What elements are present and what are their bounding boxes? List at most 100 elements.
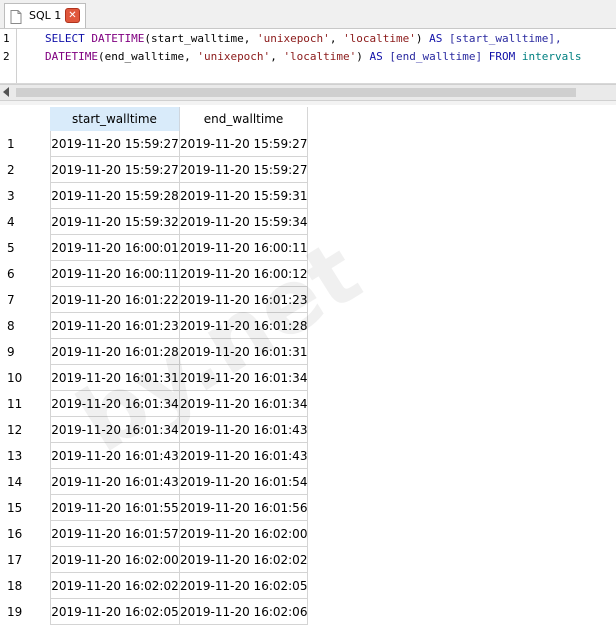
row-number[interactable]: 17 [7,553,22,567]
cell-end-walltime[interactable]: 2019-11-20 16:01:31 [180,339,308,365]
cell-end-walltime[interactable]: 2019-11-20 16:02:02 [180,547,308,573]
cell-end-walltime[interactable]: 2019-11-20 15:59:34 [180,209,308,235]
sql-file-icon [10,9,22,24]
table-row[interactable]: 16 2019-11-20 16:01:57 2019-11-20 16:02:00 [0,521,616,547]
close-icon[interactable]: ✕ [65,8,80,23]
table-row[interactable]: 6 2019-11-20 16:00:11 2019-11-20 16:00:12 [0,261,616,287]
cell-end-walltime[interactable]: 2019-11-20 15:59:27 [180,157,308,183]
cell-end-walltime[interactable]: 2019-11-20 16:01:43 [180,443,308,469]
cell-start-walltime[interactable]: 2019-11-20 16:01:43 [50,443,180,469]
row-number[interactable]: 13 [7,449,22,463]
cell-end-walltime[interactable]: 2019-11-20 15:59:31 [180,183,308,209]
table-row[interactable]: 1 2019-11-20 15:59:27 2019-11-20 15:59:27 [0,131,616,157]
editor-horizontal-scrollbar[interactable] [0,84,616,101]
code-close: ) [415,32,430,45]
cell-end-walltime[interactable]: 2019-11-20 16:01:34 [180,365,308,391]
cell-end-walltime[interactable]: 2019-11-20 16:01:34 [180,391,308,417]
table-row[interactable]: 9 2019-11-20 16:01:28 2019-11-20 16:01:31 [0,339,616,365]
row-number[interactable]: 9 [7,345,15,359]
cell-end-walltime[interactable]: 2019-11-20 16:02:05 [180,573,308,599]
table-row[interactable]: 13 2019-11-20 16:01:43 2019-11-20 16:01:43 [0,443,616,469]
row-number[interactable]: 10 [7,371,22,385]
cell-start-walltime[interactable]: 2019-11-20 16:01:34 [50,391,180,417]
table-row[interactable]: 5 2019-11-20 16:00:01 2019-11-20 16:00:11 [0,235,616,261]
keyword-as: AS [369,50,383,63]
row-number[interactable]: 1 [7,137,15,151]
scroll-left-arrow-icon[interactable] [3,87,9,97]
code-args: (start_walltime, [144,32,257,45]
cell-start-walltime[interactable]: 2019-11-20 16:00:01 [50,235,180,261]
column-header-start-walltime[interactable]: start_walltime [50,107,180,131]
cell-start-walltime[interactable]: 2019-11-20 16:02:00 [50,547,180,573]
table-row[interactable]: 3 2019-11-20 15:59:28 2019-11-20 15:59:31 [0,183,616,209]
cell-end-walltime[interactable]: 2019-11-20 16:01:56 [180,495,308,521]
keyword-select: SELECT [45,32,85,45]
row-number[interactable]: 7 [7,293,15,307]
cell-end-walltime[interactable]: 2019-11-20 16:01:28 [180,313,308,339]
table-row[interactable]: 10 2019-11-20 16:01:31 2019-11-20 16:01:34 [0,365,616,391]
cell-end-walltime[interactable]: 2019-11-20 15:59:27 [180,131,308,157]
column-alias: [start_walltime], [442,32,562,45]
results-grid[interactable]: start_walltime end_walltime 1 2019-11-20 … [0,105,616,627]
cell-start-walltime[interactable]: 2019-11-20 16:01:43 [50,469,180,495]
cell-end-walltime[interactable]: 2019-11-20 16:00:11 [180,235,308,261]
table-row[interactable]: 11 2019-11-20 16:01:34 2019-11-20 16:01:34 [0,391,616,417]
string-literal: 'localtime' [343,32,416,45]
table-row[interactable]: 14 2019-11-20 16:01:43 2019-11-20 16:01:54 [0,469,616,495]
row-number[interactable]: 4 [7,215,15,229]
tab-sql-1[interactable]: SQL 1 ✕ [4,3,86,28]
code-args: (end_walltime, [97,50,198,63]
table-row[interactable]: 2 2019-11-20 15:59:27 2019-11-20 15:59:27 [0,157,616,183]
table-row[interactable]: 4 2019-11-20 15:59:32 2019-11-20 15:59:34 [0,209,616,235]
cell-start-walltime[interactable]: 2019-11-20 16:02:05 [50,599,180,625]
cell-start-walltime[interactable]: 2019-11-20 16:01:31 [50,365,180,391]
row-number[interactable]: 19 [7,605,22,619]
keyword-as: AS [429,32,443,45]
sql-editor[interactable]: 1 2 SELECT DATETIME(start_walltime, 'uni… [0,29,616,84]
string-literal: 'localtime' [283,50,357,63]
cell-start-walltime[interactable]: 2019-11-20 16:02:02 [50,573,180,599]
code-comma: , [329,32,344,45]
table-row[interactable]: 8 2019-11-20 16:01:23 2019-11-20 16:01:28 [0,313,616,339]
table-row[interactable]: 15 2019-11-20 16:01:55 2019-11-20 16:01:56 [0,495,616,521]
cell-end-walltime[interactable]: 2019-11-20 16:02:06 [180,599,308,625]
row-number[interactable]: 15 [7,501,22,515]
cell-start-walltime[interactable]: 2019-11-20 15:59:28 [50,183,180,209]
row-number[interactable]: 14 [7,475,22,489]
row-number[interactable]: 16 [7,527,22,541]
table-row[interactable]: 12 2019-11-20 16:01:34 2019-11-20 16:01:43 [0,417,616,443]
tab-strip: SQL 1 ✕ [0,0,616,29]
table-row[interactable]: 7 2019-11-20 16:01:22 2019-11-20 16:01:23 [0,287,616,313]
row-number[interactable]: 12 [7,423,22,437]
cell-end-walltime[interactable]: 2019-11-20 16:01:54 [180,469,308,495]
table-row[interactable]: 19 2019-11-20 16:02:05 2019-11-20 16:02:06 [0,599,616,625]
table-row[interactable]: 18 2019-11-20 16:02:02 2019-11-20 16:02:05 [0,573,616,599]
cell-end-walltime[interactable]: 2019-11-20 16:00:12 [180,261,308,287]
scrollbar-thumb[interactable] [16,88,576,97]
row-number[interactable]: 3 [7,189,15,203]
row-number[interactable]: 5 [7,241,15,255]
cell-start-walltime[interactable]: 2019-11-20 16:01:57 [50,521,180,547]
cell-start-walltime[interactable]: 2019-11-20 16:01:34 [50,417,180,443]
cell-start-walltime[interactable]: 2019-11-20 16:01:22 [50,287,180,313]
row-number[interactable]: 6 [7,267,15,281]
cell-end-walltime[interactable]: 2019-11-20 16:02:00 [180,521,308,547]
cell-start-walltime[interactable]: 2019-11-20 15:59:27 [50,157,180,183]
cell-start-walltime[interactable]: 2019-11-20 15:59:32 [50,209,180,235]
cell-start-walltime[interactable]: 2019-11-20 16:01:28 [50,339,180,365]
cell-start-walltime[interactable]: 2019-11-20 16:00:11 [50,261,180,287]
cell-end-walltime[interactable]: 2019-11-20 16:01:23 [180,287,308,313]
cell-start-walltime[interactable]: 2019-11-20 16:01:55 [50,495,180,521]
row-number[interactable]: 8 [7,319,15,333]
row-number[interactable]: 2 [7,163,15,177]
cell-start-walltime[interactable]: 2019-11-20 16:01:23 [50,313,180,339]
code-line-2: DATETIME(end_walltime, 'unixepoch', 'loc… [45,50,582,63]
row-number[interactable]: 11 [7,397,22,411]
line-number: 2 [3,50,10,63]
code-close: ) [356,50,370,63]
row-number[interactable]: 18 [7,579,22,593]
cell-start-walltime[interactable]: 2019-11-20 15:59:27 [50,131,180,157]
table-row[interactable]: 17 2019-11-20 16:02:00 2019-11-20 16:02:02 [0,547,616,573]
column-header-end-walltime[interactable]: end_walltime [180,107,308,131]
cell-end-walltime[interactable]: 2019-11-20 16:01:43 [180,417,308,443]
